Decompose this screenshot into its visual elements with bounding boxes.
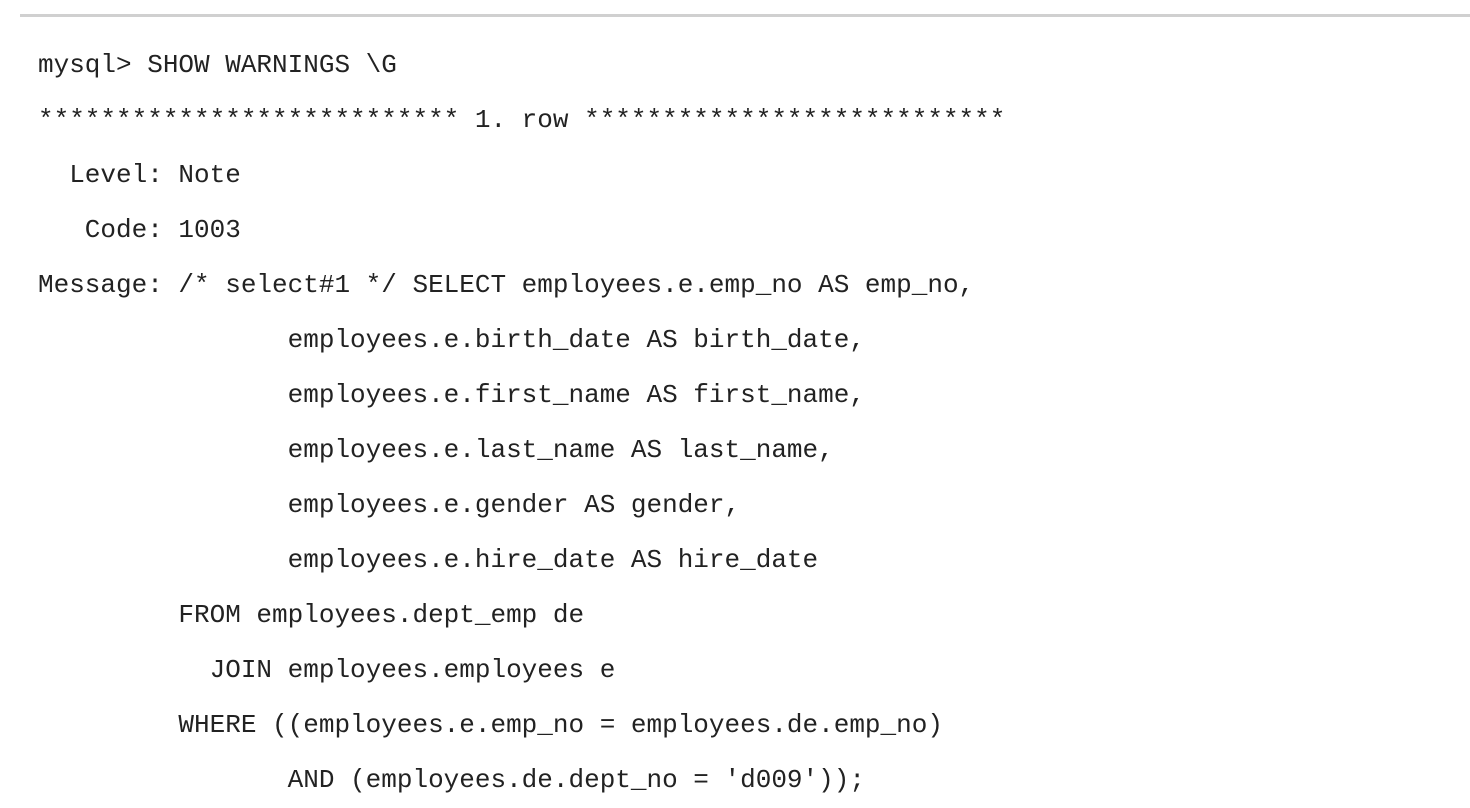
message-line: employees.e.last_name AS last_name, <box>38 435 834 465</box>
command-line: mysql> SHOW WARNINGS \G <box>38 50 397 80</box>
top-divider <box>20 14 1470 17</box>
message-line: WHERE ((employees.e.emp_no = employees.d… <box>38 710 943 740</box>
message-line: employees.e.gender AS gender, <box>38 490 741 520</box>
code-line: Code: 1003 <box>38 215 241 245</box>
message-line: JOIN employees.employees e <box>38 655 616 685</box>
terminal-output: mysql> SHOW WARNINGS \G *****************… <box>38 38 1005 808</box>
level-line: Level: Note <box>38 160 241 190</box>
message-line: Message: /* select#1 */ SELECT employees… <box>38 270 975 300</box>
message-line: AND (employees.de.dept_no = 'd009')); <box>38 765 865 795</box>
message-line: employees.e.first_name AS first_name, <box>38 380 865 410</box>
row-separator: *************************** 1. row *****… <box>38 105 1006 135</box>
message-line: employees.e.hire_date AS hire_date <box>38 545 819 575</box>
message-line: FROM employees.dept_emp de <box>38 600 585 630</box>
message-line: employees.e.birth_date AS birth_date, <box>38 325 865 355</box>
